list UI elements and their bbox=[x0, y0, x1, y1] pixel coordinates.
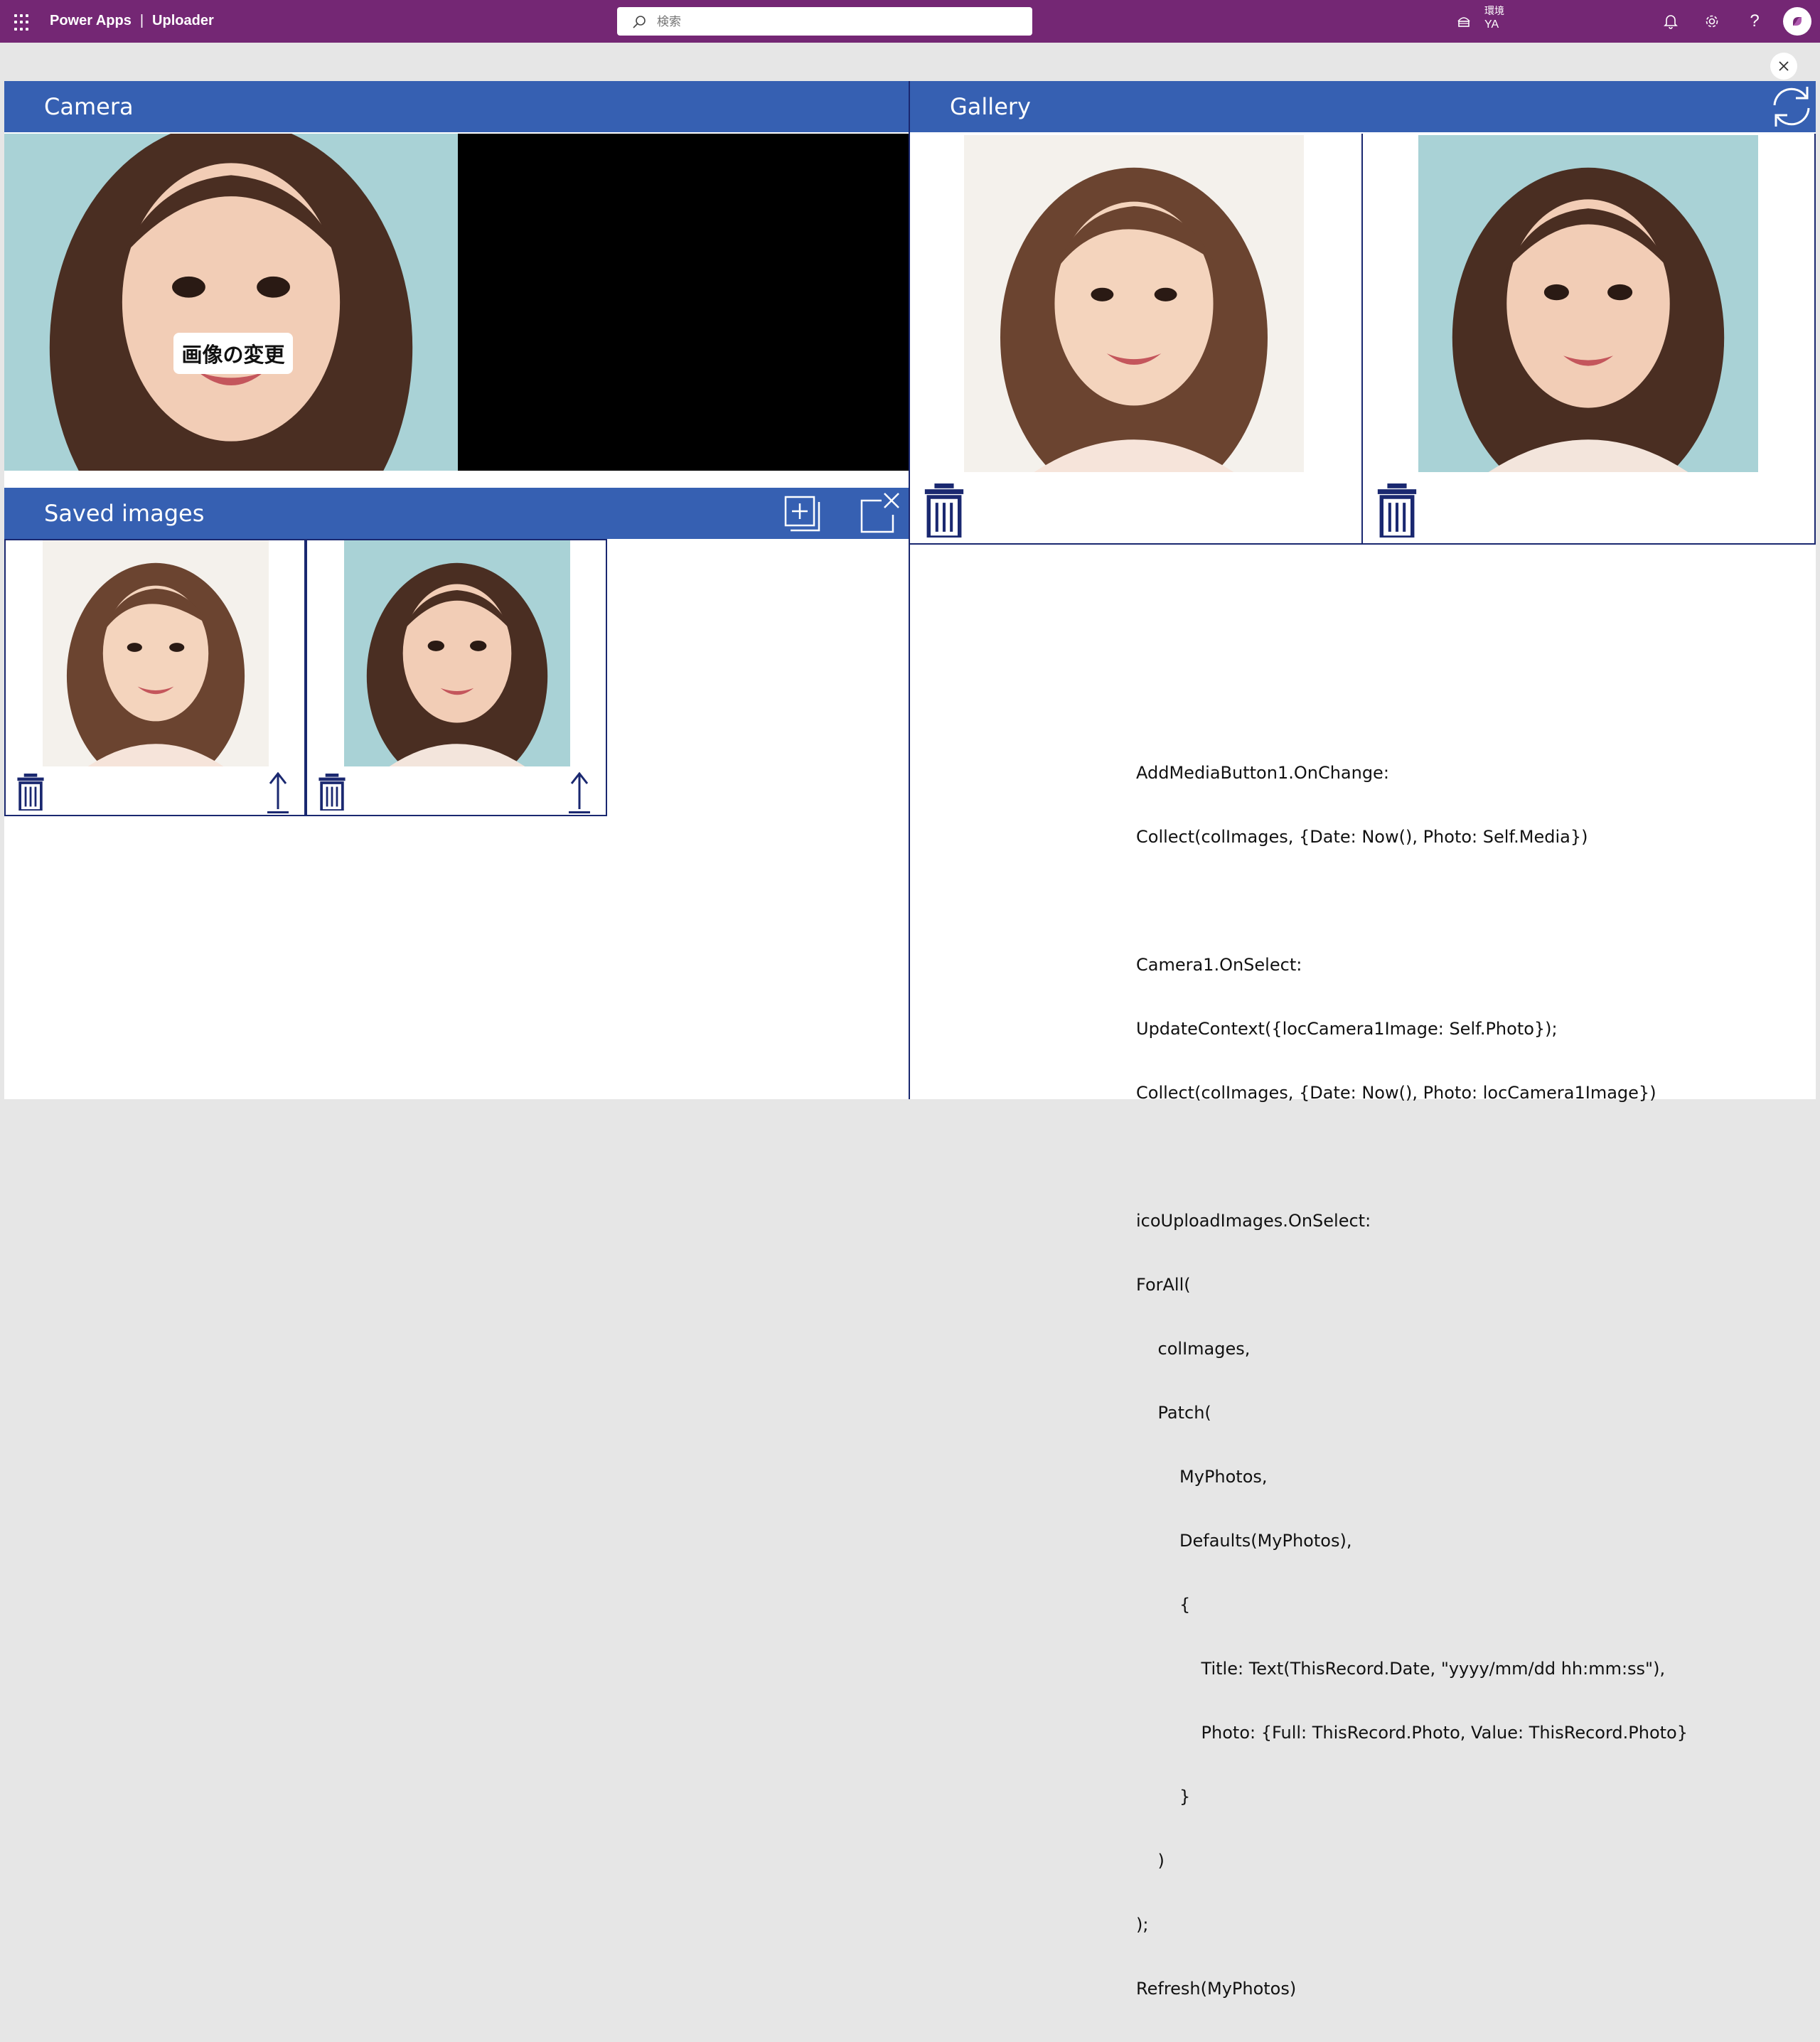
code-line: Title: Text(ThisRecord.Date, "yyyy/mm/dd… bbox=[1136, 1659, 1666, 1679]
clear-collection-icon[interactable] bbox=[857, 491, 901, 536]
trash-icon[interactable] bbox=[924, 483, 964, 538]
gallery-photo bbox=[964, 135, 1304, 472]
search-box[interactable] bbox=[617, 7, 1032, 36]
environment-icon[interactable] bbox=[1456, 13, 1472, 28]
code-line: AddMediaButton1.OnChange: bbox=[1136, 763, 1389, 783]
code-line: Collect(colImages, {Date: Now(), Photo: … bbox=[1136, 1083, 1656, 1103]
waffle-icon[interactable] bbox=[13, 13, 33, 33]
search-icon bbox=[633, 16, 646, 28]
gallery-item[interactable] bbox=[910, 134, 1363, 545]
environment-label: 環境 bbox=[1484, 5, 1504, 16]
add-media-image[interactable]: 画像の変更 bbox=[4, 134, 458, 471]
formula-text: AddMediaButton1.OnChange: Collect(colIma… bbox=[1136, 720, 1688, 2042]
saved-image-card[interactable] bbox=[4, 539, 306, 816]
camera-title: Camera bbox=[44, 93, 134, 120]
help-icon[interactable]: ? bbox=[1745, 11, 1765, 31]
code-line: { bbox=[1136, 1595, 1191, 1615]
code-line: } bbox=[1136, 1787, 1191, 1807]
bell-icon[interactable] bbox=[1661, 11, 1681, 31]
app-name[interactable]: Power Apps bbox=[50, 13, 132, 28]
saved-images-header: Saved images bbox=[4, 488, 909, 539]
gallery-item[interactable] bbox=[1363, 134, 1816, 545]
code-line: ); bbox=[1136, 1915, 1149, 1935]
camera-header: Camera bbox=[4, 81, 909, 132]
change-image-button[interactable]: 画像の変更 bbox=[173, 333, 293, 374]
code-line: colImages, bbox=[1136, 1339, 1251, 1359]
code-line: Camera1.OnSelect: bbox=[1136, 955, 1302, 975]
trash-icon[interactable] bbox=[318, 774, 346, 811]
code-line: ForAll( bbox=[1136, 1275, 1191, 1295]
gear-icon[interactable] bbox=[1702, 11, 1722, 31]
code-line: MyPhotos, bbox=[1136, 1467, 1268, 1487]
code-line: Refresh(MyPhotos) bbox=[1136, 1979, 1297, 1999]
app-canvas: Camera 画像の変更 Saved images Gallery AddMed… bbox=[4, 81, 1816, 1999]
code-line: Defaults(MyPhotos), bbox=[1136, 1531, 1352, 1551]
saved-image-photo bbox=[344, 540, 570, 766]
saved-image-photo bbox=[43, 540, 269, 766]
gallery-title: Gallery bbox=[950, 93, 1031, 120]
code-line: icoUploadImages.OnSelect: bbox=[1136, 1211, 1371, 1231]
gallery-photo bbox=[1418, 135, 1758, 472]
brand-separator: | bbox=[139, 13, 144, 28]
upload-arrow-icon[interactable] bbox=[569, 772, 590, 815]
app-brand: Power Apps | Uploader bbox=[50, 13, 214, 29]
camera-view[interactable] bbox=[458, 134, 910, 471]
saved-image-card[interactable] bbox=[306, 539, 607, 816]
refresh-icon[interactable] bbox=[1769, 84, 1814, 129]
add-media-icon[interactable] bbox=[783, 495, 822, 535]
app-title: Uploader bbox=[152, 13, 214, 28]
code-line: Photo: {Full: ThisRecord.Photo, Value: T… bbox=[1136, 1723, 1688, 1743]
code-line: Patch( bbox=[1136, 1403, 1211, 1423]
search-input[interactable] bbox=[655, 11, 1014, 33]
gallery-header: Gallery bbox=[910, 81, 1816, 132]
code-line: ) bbox=[1136, 1851, 1165, 1871]
upload-arrow-icon[interactable] bbox=[267, 772, 289, 815]
environment-name[interactable]: YA bbox=[1484, 18, 1499, 31]
close-icon[interactable] bbox=[1770, 53, 1797, 80]
copilot-icon[interactable] bbox=[1783, 7, 1811, 36]
trash-icon[interactable] bbox=[17, 774, 44, 811]
code-line: UpdateContext({locCamera1Image: Self.Pho… bbox=[1136, 1019, 1558, 1039]
saved-images-title: Saved images bbox=[44, 500, 205, 527]
code-line: Collect(colImages, {Date: Now(), Photo: … bbox=[1136, 827, 1588, 847]
top-bar: Power Apps | Uploader 環境 YA ? bbox=[0, 0, 1820, 43]
trash-icon[interactable] bbox=[1377, 483, 1417, 538]
